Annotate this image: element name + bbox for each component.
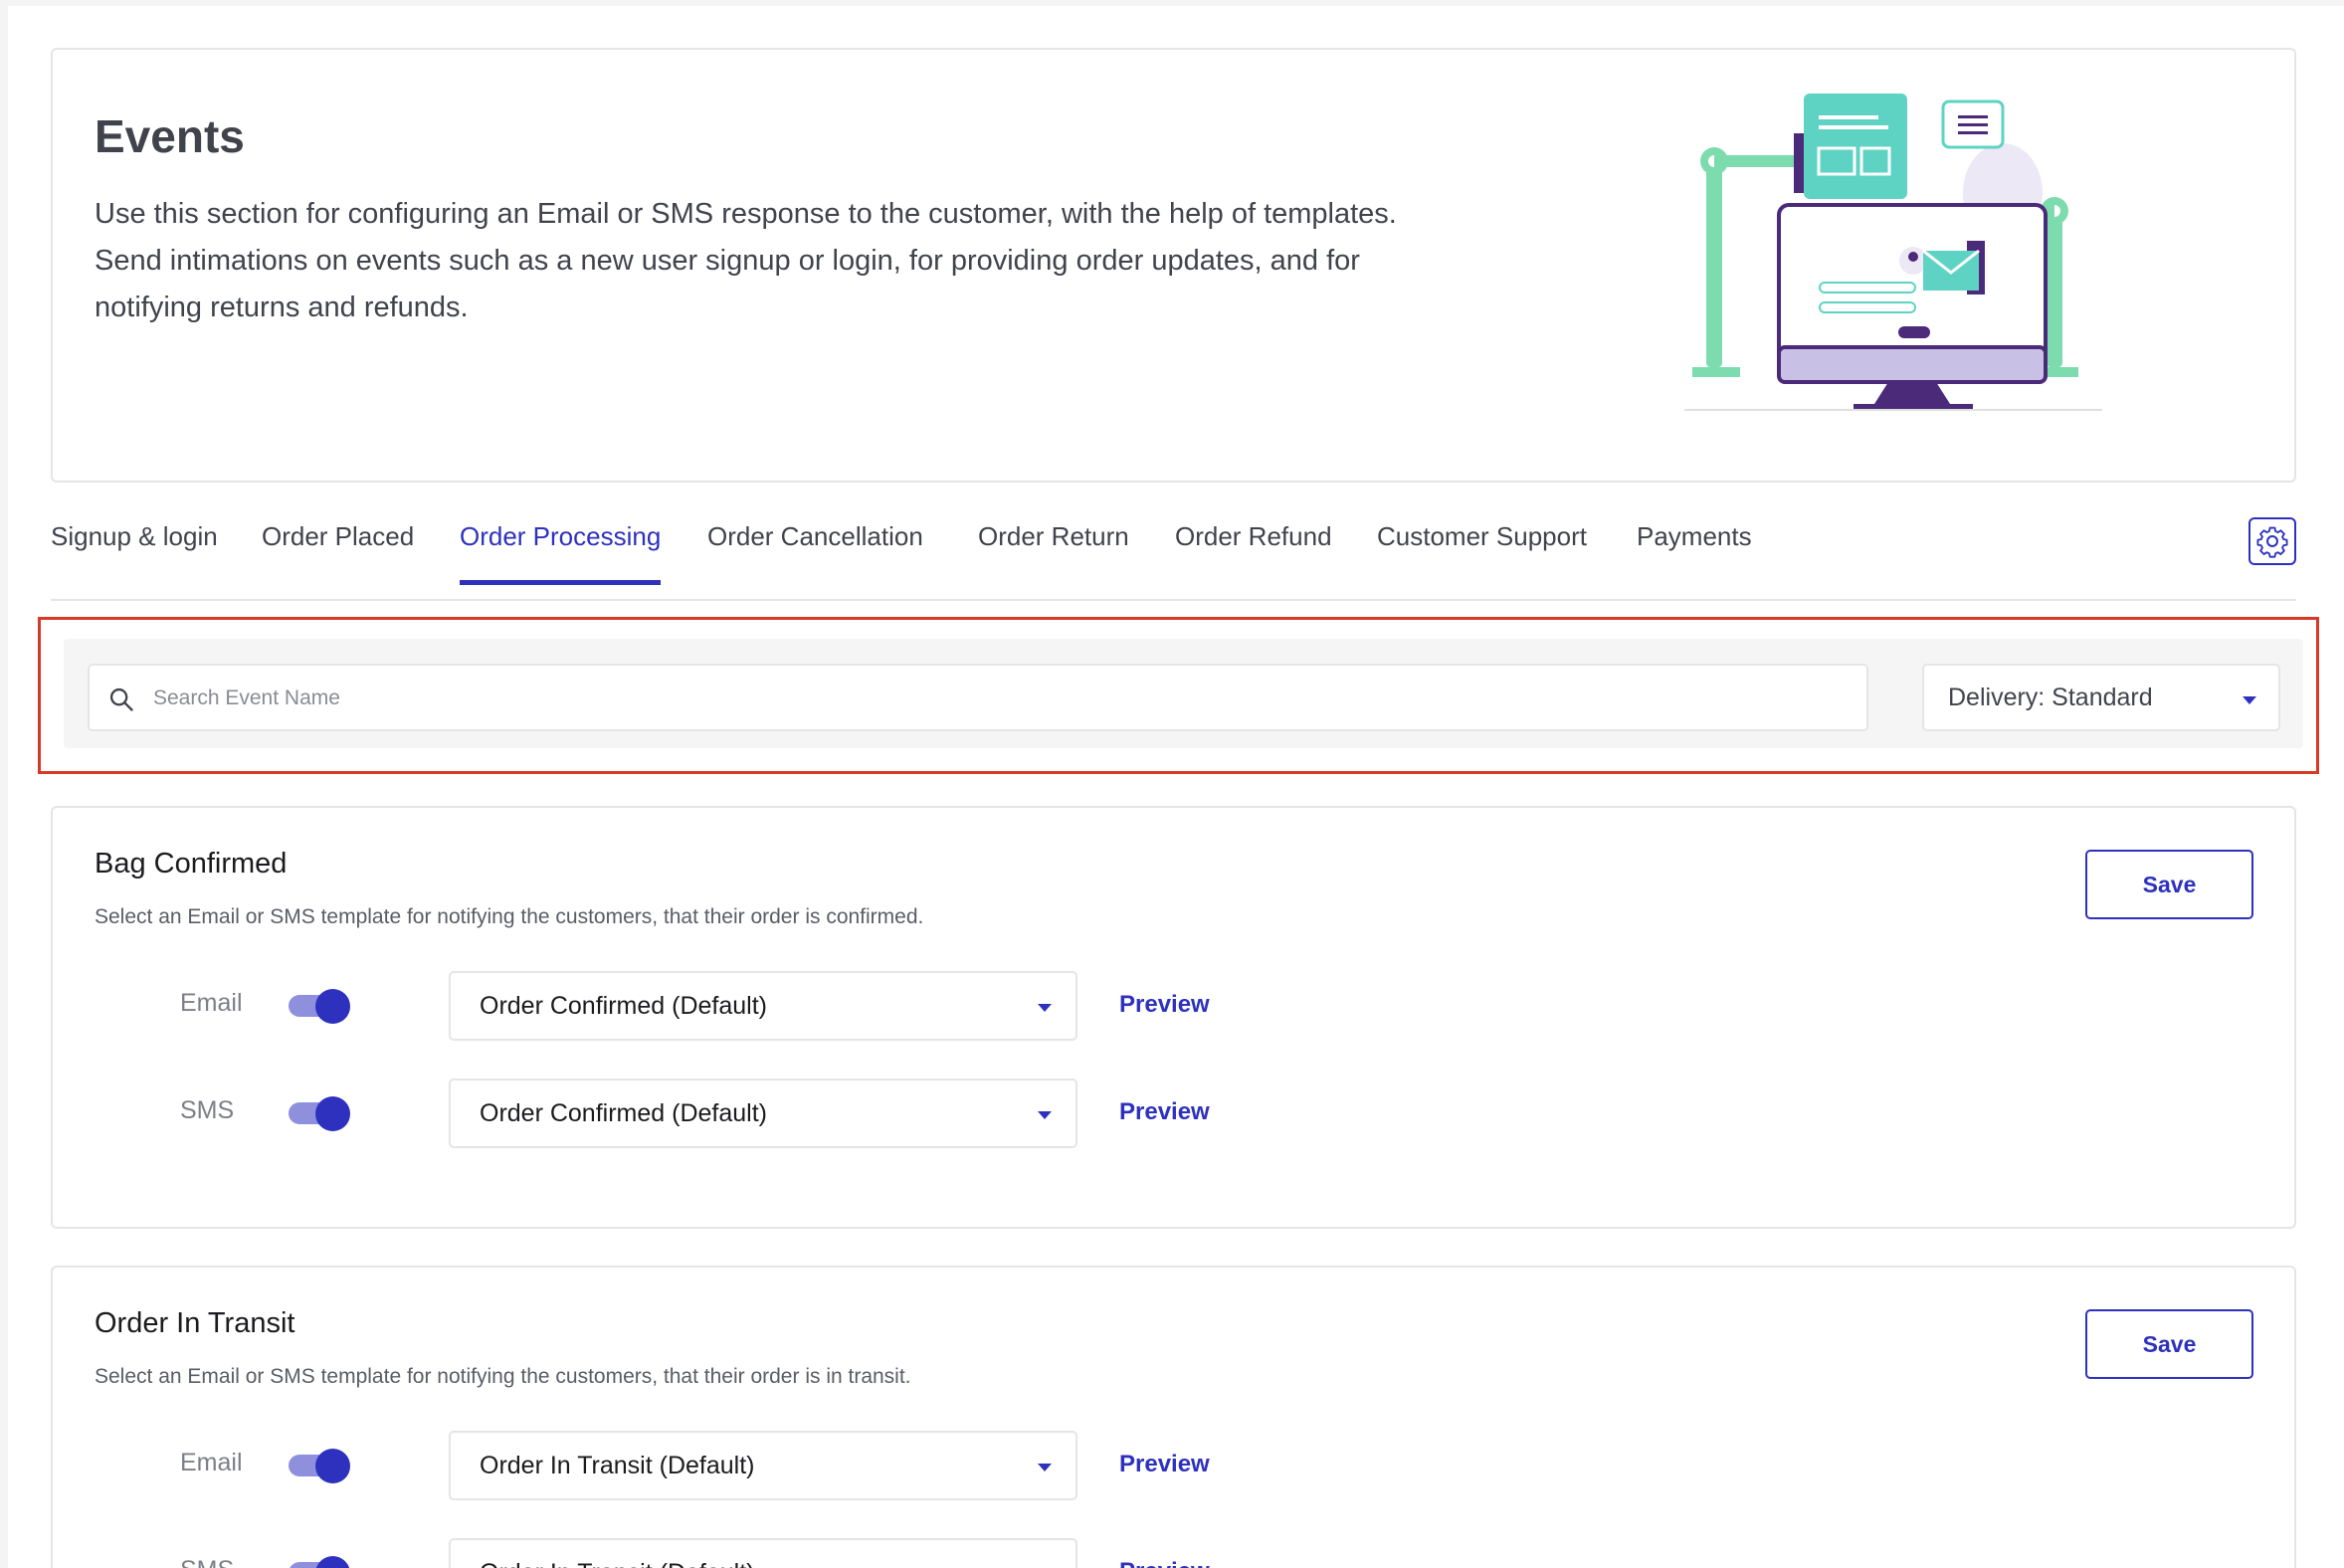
- tab-customer-support[interactable]: Customer Support: [1377, 521, 1587, 580]
- description-line: Send intimations on events such as a new…: [95, 245, 1360, 277]
- chevron-down-icon: [1038, 1464, 1052, 1471]
- template-value: Order Confirmed (Default): [480, 992, 767, 1020]
- preview-link[interactable]: Preview: [1119, 991, 1210, 1019]
- tab-order-placed[interactable]: Order Placed: [262, 521, 414, 580]
- channel-row-email: Email Order In Transit (Default) Preview: [53, 1431, 2298, 1500]
- save-button[interactable]: Save: [2085, 1309, 2253, 1379]
- email-template-select[interactable]: Order Confirmed (Default): [449, 971, 1077, 1041]
- sms-template-select[interactable]: Order Confirmed (Default): [449, 1078, 1077, 1148]
- channel-label: SMS: [180, 1556, 234, 1568]
- description-line: notifying returns and refunds.: [95, 292, 469, 323]
- channel-row-sms: SMS Order In Transit (Default) Preview: [53, 1538, 2298, 1568]
- channel-label: SMS: [180, 1096, 235, 1124]
- page: Events Use this section for configuring …: [8, 6, 2344, 1568]
- events-illustration: [1684, 94, 2102, 411]
- channel-label: Email: [180, 989, 243, 1017]
- tab-order-return[interactable]: Order Return: [978, 521, 1129, 580]
- email-toggle[interactable]: [289, 1449, 352, 1483]
- page-title: Events: [95, 110, 245, 162]
- tab-payments[interactable]: Payments: [1637, 521, 1752, 580]
- event-title: Bag Confirmed: [95, 848, 288, 880]
- event-title: Order In Transit: [95, 1307, 295, 1339]
- sms-toggle[interactable]: [289, 1556, 352, 1568]
- tab-order-processing[interactable]: Order Processing: [460, 521, 662, 585]
- channel-row-sms: SMS Order Confirmed (Default) Preview: [53, 1078, 2298, 1148]
- channel-label: Email: [180, 1449, 243, 1476]
- chevron-down-icon: [1038, 1111, 1052, 1119]
- template-value: Order In Transit (Default): [480, 1452, 755, 1479]
- email-template-select[interactable]: Order In Transit (Default): [449, 1431, 1077, 1500]
- event-card-order-in-transit: Order In Transit Select an Email or SMS …: [51, 1266, 2296, 1568]
- preview-link[interactable]: Preview: [1119, 1098, 1210, 1126]
- events-header-card: Events Use this section for configuring …: [51, 48, 2296, 483]
- event-category-tabs: Signup & login Order Placed Order Proces…: [51, 503, 2296, 601]
- template-value: Order In Transit (Default): [480, 1559, 754, 1568]
- tab-signup-login[interactable]: Signup & login: [51, 521, 218, 580]
- sms-toggle[interactable]: [289, 1096, 352, 1131]
- event-description: Select an Email or SMS template for noti…: [95, 1365, 911, 1388]
- gear-icon: [2256, 526, 2288, 558]
- page-description: Use this section for configuring an Emai…: [95, 191, 1567, 331]
- preview-link[interactable]: Preview: [1119, 1451, 1210, 1478]
- event-card-bag-confirmed: Bag Confirmed Select an Email or SMS tem…: [51, 806, 2296, 1229]
- chevron-down-icon: [1038, 1004, 1052, 1012]
- tab-order-refund[interactable]: Order Refund: [1175, 521, 1332, 580]
- save-button[interactable]: Save: [2085, 850, 2253, 919]
- description-line: Use this section for configuring an Emai…: [95, 198, 1397, 230]
- settings-button[interactable]: [2248, 517, 2296, 565]
- tab-order-cancellation[interactable]: Order Cancellation: [707, 521, 923, 580]
- email-toggle[interactable]: [289, 989, 352, 1024]
- sms-template-select[interactable]: Order In Transit (Default): [449, 1538, 1077, 1568]
- preview-link[interactable]: Preview: [1119, 1558, 1210, 1568]
- event-description: Select an Email or SMS template for noti…: [95, 905, 924, 928]
- highlight-box: [38, 617, 2319, 774]
- channel-row-email: Email Order Confirmed (Default) Preview: [53, 971, 2298, 1041]
- template-value: Order Confirmed (Default): [480, 1099, 767, 1127]
